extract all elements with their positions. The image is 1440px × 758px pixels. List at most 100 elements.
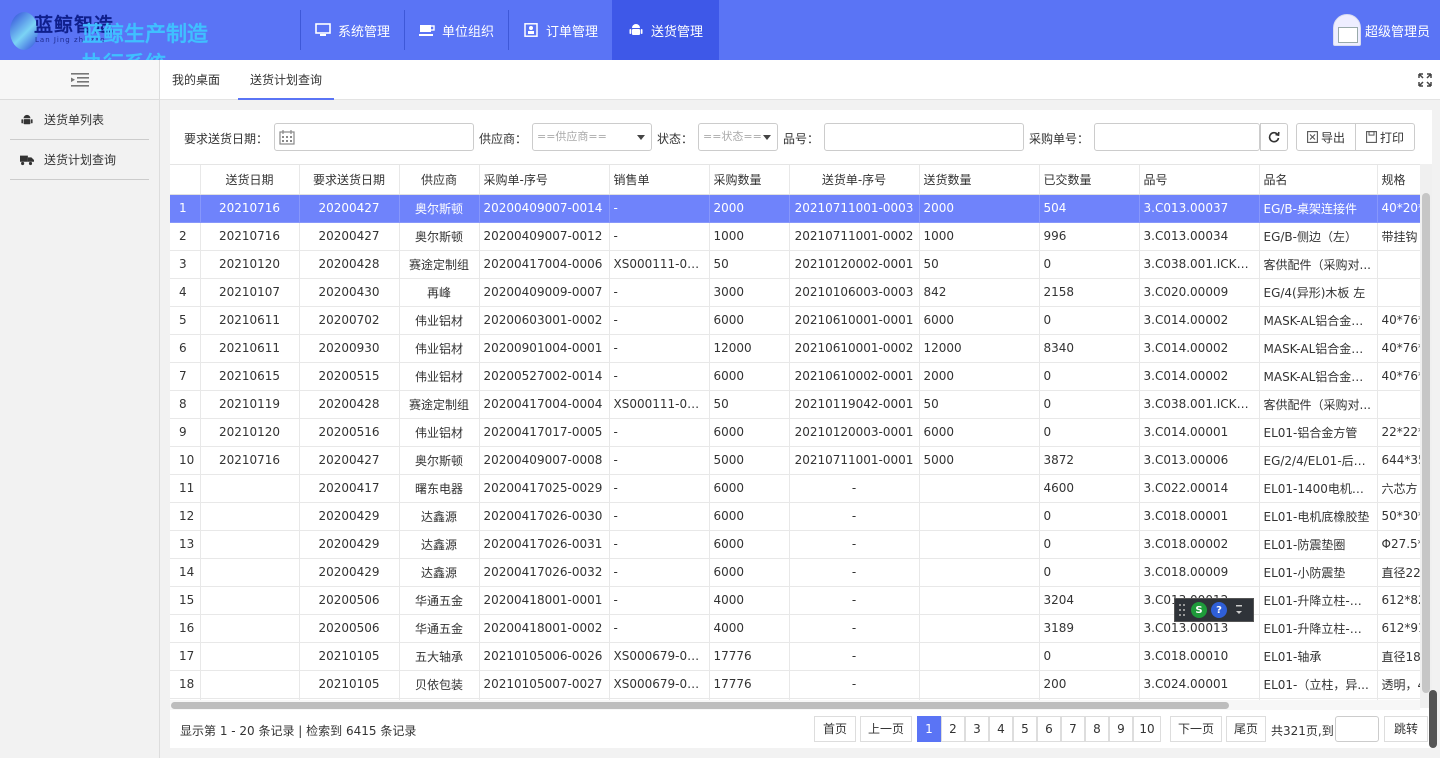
table-row[interactable]: 3 20210120 20200428 赛途定制组 20200417004-0006 XS… [170, 250, 1420, 279]
page-number-button[interactable]: 6 [1037, 716, 1061, 742]
help-icon[interactable]: ? [1211, 602, 1227, 618]
table-row[interactable]: 11 20200417 曙东电器 20200417025-0029-6000-4600… [170, 474, 1420, 503]
table-cell: 20200417004-0004 [479, 390, 610, 419]
tab-bar: 我的桌面 送货计划查询 [160, 60, 1440, 100]
table-cell: 3.C018.00009 [1139, 558, 1260, 587]
table-cell: 3.C038.001.ICKH0... [1139, 250, 1260, 279]
table-cell: 20210105 [299, 670, 400, 699]
column-header[interactable]: 销售单 [609, 165, 710, 195]
column-header[interactable]: 已交数量 [1039, 165, 1140, 195]
required-date-input[interactable] [274, 123, 474, 151]
column-header[interactable]: 送货数量 [919, 165, 1040, 195]
refresh-button[interactable] [1260, 123, 1288, 151]
filter-bar: 要求送货日期： 供应商： ==供应商== 状态： ==状态== 品号： 采购单号… [170, 110, 1432, 164]
po-input[interactable] [1094, 123, 1260, 151]
table-row[interactable]: 14 20200429 达鑫源 20200417026-0032-6000-0 3.C0… [170, 558, 1420, 587]
table-cell: 5000 [709, 446, 790, 475]
chevron-down-icon[interactable] [1233, 603, 1245, 617]
column-header[interactable]: 供应商 [399, 165, 480, 195]
status-select[interactable]: ==状态== [698, 123, 778, 151]
table-row[interactable]: 6 20210611 20200930 伟业铝材 20200901004-0001-12… [170, 334, 1420, 363]
horizontal-scrollbar[interactable] [170, 700, 1420, 710]
sogou-icon[interactable]: S [1191, 602, 1207, 618]
column-header[interactable]: 品名 [1259, 165, 1378, 195]
page-number-button[interactable]: 3 [965, 716, 989, 742]
table-row[interactable]: 8 20210119 20200428 赛途定制组 20200417004-0004 XS… [170, 390, 1420, 419]
column-header[interactable]: 规格 [1377, 165, 1420, 195]
table-cell: 2000 [919, 194, 1040, 223]
export-button[interactable]: 导出 [1296, 123, 1356, 151]
sidebar-item-delivery-list[interactable]: 送货单列表 [10, 100, 149, 140]
table-row[interactable]: 13 20200429 达鑫源 20200417026-0031-6000-0 3.C0… [170, 530, 1420, 559]
nav-item-label: 单位组织 [442, 24, 495, 40]
next-page-button[interactable]: 下一页 [1170, 716, 1222, 742]
table-cell: 40*76* [1377, 306, 1420, 335]
horizontal-scrollbar-thumb[interactable] [171, 702, 1229, 709]
table-cell [200, 502, 300, 531]
first-page-button[interactable]: 首页 [814, 716, 856, 742]
tab-my-desktop[interactable]: 我的桌面 [172, 60, 220, 100]
prev-page-button[interactable]: 上一页 [860, 716, 912, 742]
column-header[interactable]: 采购单-序号 [479, 165, 610, 195]
column-header[interactable]: 采购数量 [709, 165, 790, 195]
coffee-icon [419, 25, 435, 36]
table-row[interactable]: 18 20210105 贝依包装 20210105007-0027 XS000679-0… [170, 670, 1420, 699]
table-row[interactable]: 12 20200429 达鑫源 20200417026-0030-6000-0 3.C0… [170, 502, 1420, 531]
table-cell: - [609, 278, 710, 307]
part-input[interactable] [824, 123, 1024, 151]
column-header[interactable]: 送货日期 [200, 165, 300, 195]
column-header[interactable]: 送货单-序号 [789, 165, 920, 195]
nav-item-orders[interactable]: 订单管理 [508, 10, 612, 50]
vertical-scrollbar[interactable] [1420, 164, 1432, 708]
page-number-button[interactable]: 2 [941, 716, 965, 742]
column-header[interactable]: 要求送货日期 [299, 165, 400, 195]
table-cell: 2 [170, 222, 201, 251]
page-jump-input[interactable] [1335, 716, 1379, 742]
page-number-button[interactable]: 10 [1133, 716, 1161, 742]
table-row[interactable]: 10 20210716 20200427 奥尔斯顿 20200409007-0008-5… [170, 446, 1420, 475]
nav-item-system[interactable]: 系统管理 [300, 10, 404, 50]
table-cell: 20200417026-0032 [479, 558, 610, 587]
vertical-scrollbar-thumb[interactable] [1422, 193, 1430, 693]
table-cell: 20200930 [299, 334, 400, 363]
table-row[interactable]: 7 20210615 20200515 伟业铝材 20200527002-0014-60… [170, 362, 1420, 391]
page-scrollbar-thumb[interactable] [1429, 690, 1437, 748]
table-row[interactable]: 9 20210120 20200516 伟业铝材 20200417017-0005-60… [170, 418, 1420, 447]
tab-delivery-plan[interactable]: 送货计划查询 [238, 60, 335, 100]
table-row[interactable]: 5 20210611 20200702 伟业铝材 20200603001-0002-60… [170, 306, 1420, 335]
table-cell: - [609, 306, 710, 335]
table-cell [1377, 278, 1420, 307]
nav-item-org[interactable]: 单位组织 [404, 10, 508, 50]
table-cell: 3 [170, 250, 201, 279]
fullscreen-icon[interactable] [1418, 73, 1432, 87]
last-page-button[interactable]: 尾页 [1226, 716, 1266, 742]
truck-icon [20, 155, 34, 165]
table-cell: 5000 [919, 446, 1040, 475]
table-cell: - [789, 502, 920, 531]
print-button[interactable]: 打印 [1355, 123, 1415, 151]
sidebar-item-delivery-plan[interactable]: 送货计划查询 [10, 140, 149, 180]
sidebar-toggle[interactable] [0, 60, 159, 100]
table-cell: 644*35 [1377, 446, 1420, 475]
table-row[interactable]: 17 20210105 五大轴承 20210105006-0026 XS000679-0… [170, 642, 1420, 671]
page-number-button[interactable]: 8 [1085, 716, 1109, 742]
user-menu[interactable]: 超级管理员 [1332, 14, 1430, 46]
nav-item-delivery[interactable]: 送货管理 [612, 0, 720, 60]
ime-toolbar-widget[interactable]: S ? [1174, 598, 1254, 622]
page-number-button[interactable]: 4 [989, 716, 1013, 742]
table-row[interactable]: 4 20210107 20200430 再峰 20200409009-0007-3000… [170, 278, 1420, 307]
page-number-button[interactable]: 9 [1109, 716, 1133, 742]
table-row[interactable]: 1 20210716 20200427 奥尔斯顿 20200409007-0014-20… [170, 194, 1420, 223]
table-cell [200, 474, 300, 503]
jump-button[interactable]: 跳转 [1384, 716, 1428, 742]
page-number-button[interactable]: 7 [1061, 716, 1085, 742]
page-number-button[interactable]: 1 [917, 716, 941, 742]
column-header[interactable]: 品号 [1139, 165, 1260, 195]
table-row[interactable]: 2 20210716 20200427 奥尔斯顿 20200409007-0012-10… [170, 222, 1420, 251]
supplier-select[interactable]: ==供应商== [532, 123, 652, 151]
status-select-value: ==状态== [703, 130, 762, 143]
calendar-icon [279, 130, 295, 145]
page-number-button[interactable]: 5 [1013, 716, 1037, 742]
table-cell: 20200429 [299, 502, 400, 531]
column-header[interactable] [170, 165, 201, 195]
